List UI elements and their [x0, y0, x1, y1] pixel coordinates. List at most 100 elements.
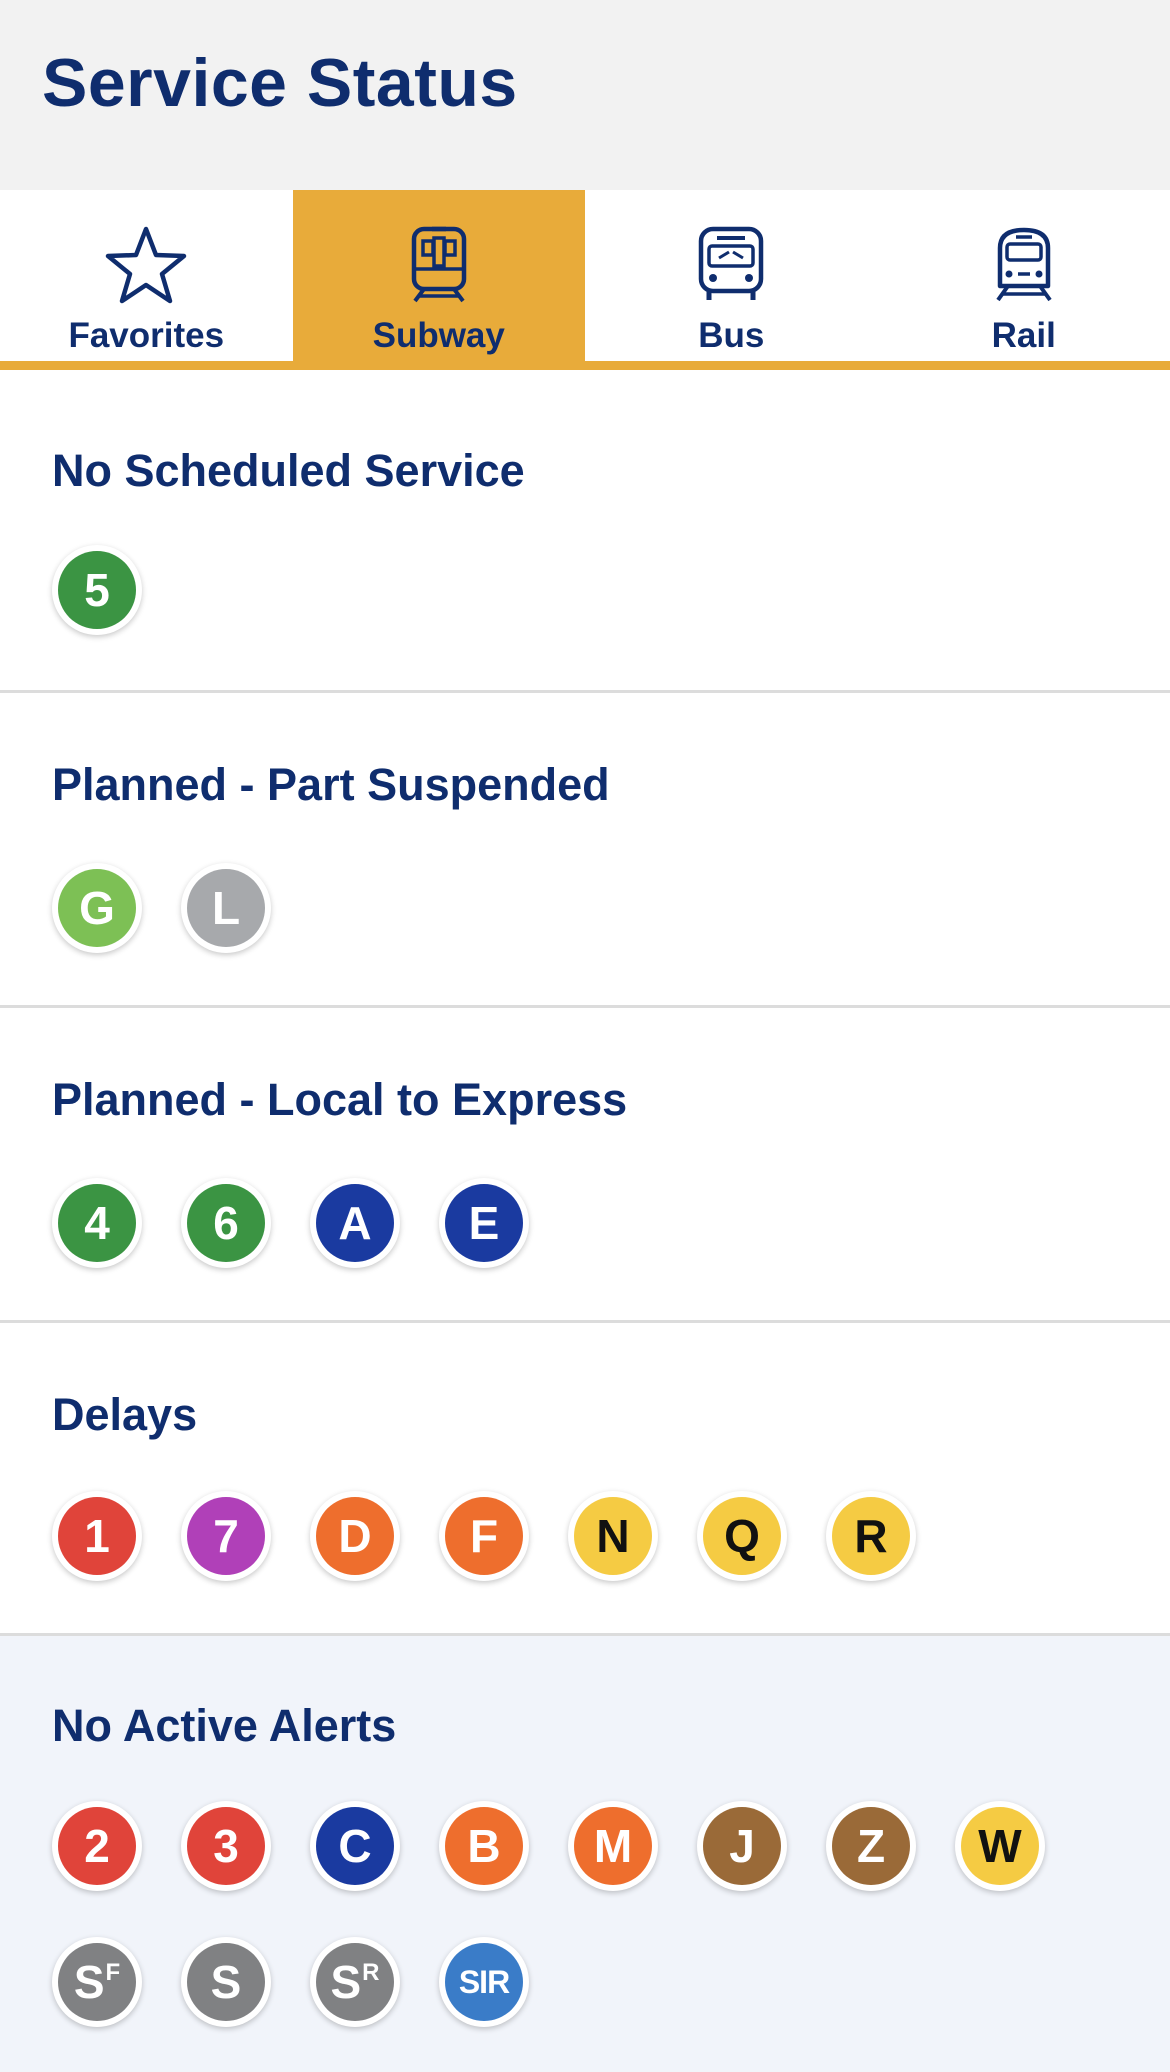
mode-tabs: Favorites Subway Bus Rail — [0, 190, 1170, 370]
line-superscript: R — [362, 1959, 380, 1986]
line-bullet-circle: 3 — [187, 1807, 265, 1885]
tab-label: Rail — [991, 316, 1056, 355]
line-bullet-circle: B — [445, 1807, 523, 1885]
tab-subway[interactable]: Subway — [292, 190, 585, 361]
line-bullet[interactable]: N — [568, 1491, 658, 1581]
line-bullet[interactable]: E — [439, 1178, 529, 1268]
line-bullet-circle: C — [316, 1807, 394, 1885]
star-icon — [104, 224, 188, 304]
line-bullet[interactable]: J — [697, 1801, 787, 1891]
status-section: No Scheduled Service 5 — [0, 379, 1170, 693]
line-label: S — [73, 1956, 105, 2008]
section-title: Delays — [52, 1389, 198, 1440]
line-bullet[interactable]: Z — [826, 1801, 916, 1891]
line-bullet-circle: E — [445, 1184, 523, 1262]
line-label: 3 — [213, 1820, 239, 1872]
line-label: 4 — [84, 1197, 110, 1249]
line-bullet-circle: 5 — [58, 551, 136, 629]
tab-label: Favorites — [68, 316, 225, 355]
line-label: F — [469, 1510, 499, 1562]
line-label: L — [211, 882, 241, 934]
line-bullet-circle: M — [574, 1807, 652, 1885]
line-bullet[interactable]: G — [52, 863, 142, 953]
line-bullet[interactable]: 6 — [181, 1178, 271, 1268]
line-bullet[interactable]: B — [439, 1801, 529, 1891]
line-label: Z — [856, 1820, 886, 1872]
line-label: J — [729, 1820, 755, 1872]
status-section: Planned - Part Suspended G L — [0, 693, 1170, 1008]
rail-icon — [982, 224, 1066, 304]
line-label: N — [596, 1510, 630, 1562]
line-superscript: F — [105, 1959, 121, 1986]
line-bullet-circle: 1 — [58, 1497, 136, 1575]
line-bullet-circle: Z — [832, 1807, 910, 1885]
line-bullet[interactable]: R — [826, 1491, 916, 1581]
line-bullet[interactable]: SR — [310, 1937, 400, 2027]
status-section: Planned - Local to Express 4 6 A E — [0, 1008, 1170, 1323]
line-bullet[interactable]: 7 — [181, 1491, 271, 1581]
line-label: Q — [724, 1510, 760, 1562]
line-label: D — [338, 1510, 372, 1562]
line-label: S — [210, 1956, 242, 2008]
section-title: No Active Alerts — [52, 1700, 397, 1751]
line-bullet[interactable]: 3 — [181, 1801, 271, 1891]
line-bullet-circle: A — [316, 1184, 394, 1262]
line-label: 5 — [84, 564, 110, 616]
line-bullet[interactable]: Q — [697, 1491, 787, 1581]
line-bullet-circle: F — [445, 1497, 523, 1575]
line-label: 7 — [213, 1510, 239, 1562]
tab-bus[interactable]: Bus — [585, 190, 878, 361]
section-title: Planned - Part Suspended — [52, 759, 610, 810]
line-bullet[interactable]: A — [310, 1178, 400, 1268]
line-label: C — [338, 1820, 372, 1872]
line-bullet-circle: J — [703, 1807, 781, 1885]
line-bullet-circle: 2 — [58, 1807, 136, 1885]
line-bullet-circle: S — [187, 1943, 265, 2021]
line-bullet[interactable]: C — [310, 1801, 400, 1891]
line-label: 1 — [84, 1510, 110, 1562]
line-bullet-circle: 4 — [58, 1184, 136, 1262]
line-bullet-circle: 7 — [187, 1497, 265, 1575]
line-bullet[interactable]: SF — [52, 1937, 142, 2027]
line-bullet-circle: Q — [703, 1497, 781, 1575]
line-bullet-circle: 6 — [187, 1184, 265, 1262]
status-section: No Active Alerts 2 3 C B M J Z W S F S S R SIR — [0, 1636, 1170, 2072]
line-bullet[interactable]: 2 — [52, 1801, 142, 1891]
line-label: E — [468, 1197, 500, 1249]
line-bullet[interactable]: 4 — [52, 1178, 142, 1268]
line-label: W — [978, 1820, 1022, 1872]
header: Service Status — [0, 0, 1170, 190]
line-bullet[interactable]: L — [181, 863, 271, 953]
line-bullet[interactable]: SIR — [439, 1937, 529, 2027]
line-label: B — [467, 1820, 501, 1872]
line-bullet-circle: L — [187, 869, 265, 947]
line-label: 2 — [84, 1820, 110, 1872]
line-label: SIR — [458, 1963, 510, 2000]
line-bullet-circle: SR — [316, 1943, 394, 2021]
line-label: A — [338, 1197, 372, 1249]
line-bullet[interactable]: 1 — [52, 1491, 142, 1581]
line-bullet[interactable]: M — [568, 1801, 658, 1891]
line-bullet-circle: D — [316, 1497, 394, 1575]
line-label: 6 — [213, 1197, 239, 1249]
section-title: No Scheduled Service — [52, 445, 525, 496]
line-bullet[interactable]: D — [310, 1491, 400, 1581]
tab-rail[interactable]: Rail — [878, 190, 1170, 361]
tab-favorites[interactable]: Favorites — [0, 190, 293, 361]
subway-icon — [397, 224, 481, 304]
line-bullet-circle: W — [961, 1807, 1039, 1885]
bus-icon — [689, 224, 773, 304]
line-bullet[interactable]: F — [439, 1491, 529, 1581]
line-bullet[interactable]: W — [955, 1801, 1045, 1891]
line-label: G — [79, 882, 115, 934]
line-bullet-circle: G — [58, 869, 136, 947]
line-bullet[interactable]: 5 — [52, 545, 142, 635]
line-bullet[interactable]: S — [181, 1937, 271, 2027]
tab-label: Bus — [698, 316, 765, 355]
section-title: Planned - Local to Express — [52, 1074, 628, 1125]
line-label: R — [854, 1510, 888, 1562]
line-bullet-circle: SF — [58, 1943, 136, 2021]
line-label: M — [593, 1820, 633, 1872]
line-bullet-circle: N — [574, 1497, 652, 1575]
line-label: S — [330, 1956, 362, 2008]
